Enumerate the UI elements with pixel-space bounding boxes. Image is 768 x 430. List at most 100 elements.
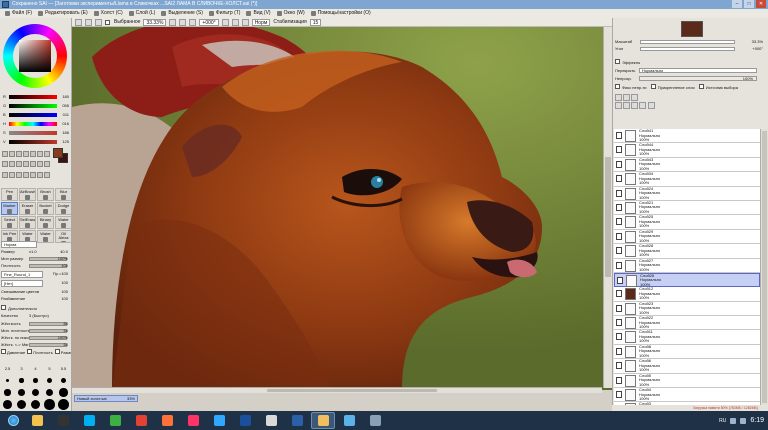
slider-value[interactable]: 011 <box>63 112 69 118</box>
zoom-out-icon[interactable] <box>169 18 177 26</box>
new-linework-layer-icon[interactable] <box>623 94 631 101</box>
maximize-button[interactable]: □ <box>744 0 754 8</box>
visibility-icon[interactable] <box>616 247 622 255</box>
flip-icon[interactable] <box>241 18 249 26</box>
tool-select[interactable]: Select <box>1 216 18 229</box>
pressure-value[interactable]: 54 <box>64 342 68 348</box>
copy-layer-icon[interactable] <box>615 102 622 109</box>
taskbar-app[interactable] <box>129 412 153 429</box>
slider-track[interactable] <box>9 113 57 117</box>
rotation-field[interactable]: +000° <box>199 18 219 26</box>
color-slider-v[interactable]: V 125 <box>3 139 71 145</box>
dilution-value[interactable]: 100 <box>61 296 68 302</box>
taskbar-app[interactable] <box>285 412 309 429</box>
reset-rotation-icon[interactable] <box>231 18 239 26</box>
slider-value[interactable]: 016 <box>62 121 69 127</box>
rotate-icon[interactable] <box>37 151 43 157</box>
texture-strength[interactable]: 100 <box>61 280 68 286</box>
taskbar-app[interactable] <box>155 412 179 429</box>
brush-preset[interactable] <box>29 387 42 398</box>
slider-track[interactable] <box>9 131 57 135</box>
menu-item[interactable]: Редактировать (E) <box>35 9 91 18</box>
brush-preset[interactable] <box>29 399 42 410</box>
move-icon[interactable] <box>23 151 29 157</box>
layer-row[interactable]: Слой41 Нормально 100% <box>614 129 760 144</box>
tool-binary[interactable]: Binary <box>37 216 54 229</box>
slider-value[interactable]: 125 <box>62 139 69 145</box>
effects-toggle[interactable] <box>615 59 620 64</box>
visibility-icon[interactable] <box>616 160 622 168</box>
visibility-icon[interactable] <box>616 290 622 298</box>
brush-preset[interactable] <box>15 387 28 398</box>
color-slider-r[interactable]: R 180 <box>3 94 71 100</box>
zoom-icon[interactable] <box>30 151 36 157</box>
blend-mode-select[interactable]: Нормально <box>639 68 757 73</box>
visibility-icon[interactable] <box>616 261 622 269</box>
menu-item[interactable]: Окно (W) <box>274 9 308 18</box>
menu-item[interactable]: Файл (F) <box>2 9 35 18</box>
clock[interactable]: 6:19 <box>750 417 764 424</box>
min-size-row[interactable]: Мин размер 100% <box>1 256 71 262</box>
rotate-left-icon[interactable] <box>189 18 197 26</box>
brush-shape-strength[interactable]: Пр.=100 <box>53 271 68 277</box>
selection-source-checkbox[interactable] <box>698 84 704 89</box>
pressure-flag-checkbox[interactable] <box>1 349 6 354</box>
texture-select[interactable]: [Нет] <box>1 280 43 287</box>
taskbar-app[interactable] <box>259 412 283 429</box>
size-multiplier[interactable]: x1.0 <box>29 249 37 255</box>
zoom-in-icon[interactable] <box>179 18 187 26</box>
show-selection-icon[interactable] <box>95 18 102 26</box>
brush-preset[interactable] <box>1 375 14 386</box>
tool-bucket[interactable]: Bucket <box>37 202 54 215</box>
min-size-value[interactable]: 100% <box>58 256 68 262</box>
max-density-value[interactable]: 100% <box>58 335 68 341</box>
slider-value[interactable]: 180 <box>62 94 69 100</box>
color-slider-h[interactable]: H 016 <box>3 121 71 127</box>
density-value[interactable]: 100 <box>61 263 68 269</box>
taskbar-app[interactable] <box>337 412 361 429</box>
slider-track[interactable] <box>9 95 57 99</box>
slider-value[interactable]: 055 <box>62 103 69 109</box>
layer-row[interactable]: Слой6 Нормально 100% <box>614 359 760 374</box>
rotate-right-icon[interactable] <box>221 18 229 26</box>
navigator-preview[interactable] <box>681 21 703 37</box>
min-density-row[interactable]: Мин. плотность 54 <box>1 328 71 334</box>
effects-header[interactable]: Эффекты <box>615 59 767 66</box>
brush-preset[interactable] <box>57 375 70 386</box>
new-layer-icon[interactable] <box>615 94 622 101</box>
opacity-value[interactable]: 100% <box>743 75 753 82</box>
advanced-toggle[interactable] <box>1 305 6 310</box>
network-icon[interactable] <box>730 417 737 424</box>
hand-icon[interactable] <box>44 151 50 157</box>
quality-select[interactable]: 3 (Быстро) <box>29 313 49 319</box>
volume-icon[interactable] <box>740 417 747 424</box>
layer-row[interactable]: Слой5 Нормально 100% <box>614 373 760 389</box>
opacity-row[interactable]: Непрозр. 100% <box>615 75 767 82</box>
brush-preset[interactable]: 4 <box>29 363 42 374</box>
tool-airbrush[interactable]: AirBrush <box>19 188 36 201</box>
magic-wand-icon[interactable] <box>16 151 22 157</box>
layer-row[interactable]: Слой23 Нормально 100% <box>614 301 760 317</box>
dilution-row[interactable]: Разбавление 100 <box>1 296 71 302</box>
merge-visible-icon[interactable] <box>631 102 639 109</box>
nav-zoom-value[interactable]: 33.3% <box>752 39 763 45</box>
visibility-icon[interactable] <box>616 175 622 183</box>
swatch-4-icon[interactable] <box>23 171 29 178</box>
close-button[interactable]: ✕ <box>756 0 766 8</box>
canvas-tab[interactable]: Новый холст.sai 33% <box>74 395 138 402</box>
color-slider-b[interactable]: B 011 <box>3 112 71 118</box>
tool-seleraser[interactable]: SelEraser <box>19 216 36 229</box>
brush-shape-select[interactable]: Fine_Round_1 <box>1 271 43 278</box>
merge-down-icon[interactable] <box>623 102 631 109</box>
max-density-row[interactable]: Жёстк. по пиксе 100% <box>1 335 71 341</box>
hardness-value[interactable]: 84 <box>64 321 68 327</box>
mixer-icon[interactable] <box>23 161 29 168</box>
swatch-6-icon[interactable] <box>37 171 43 178</box>
mode-select[interactable]: Норм <box>251 18 271 26</box>
visibility-icon[interactable] <box>616 132 622 139</box>
taskbar-app[interactable] <box>25 412 49 429</box>
menu-item[interactable]: Холст (C) <box>91 9 126 18</box>
palette-icon[interactable] <box>44 161 50 168</box>
visibility-icon[interactable] <box>617 276 623 284</box>
drawing-canvas[interactable] <box>72 27 612 390</box>
